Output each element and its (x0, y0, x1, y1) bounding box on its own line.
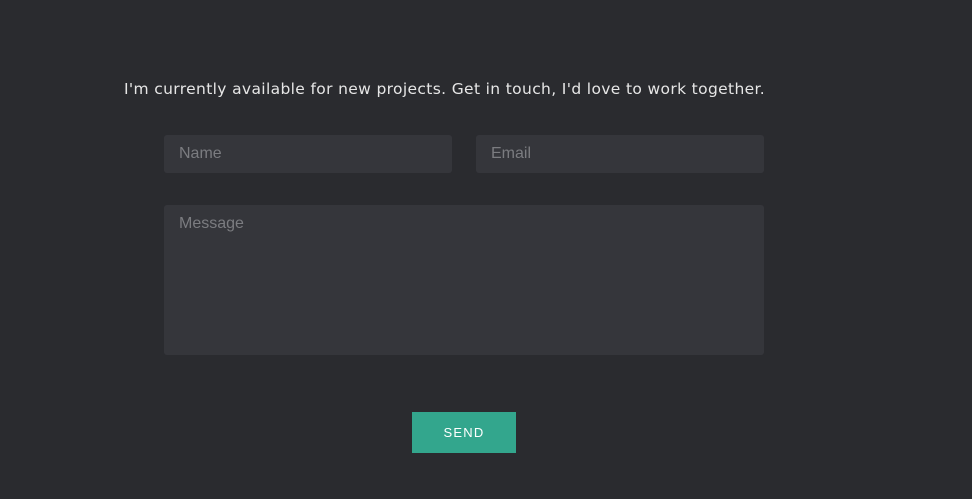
message-textarea[interactable] (164, 205, 764, 355)
name-input[interactable] (164, 135, 452, 173)
email-input[interactable] (476, 135, 764, 173)
contact-section: I'm currently available for new projects… (0, 0, 972, 499)
intro-text: I'm currently available for new projects… (124, 80, 766, 98)
send-button[interactable]: SEND (412, 412, 516, 453)
